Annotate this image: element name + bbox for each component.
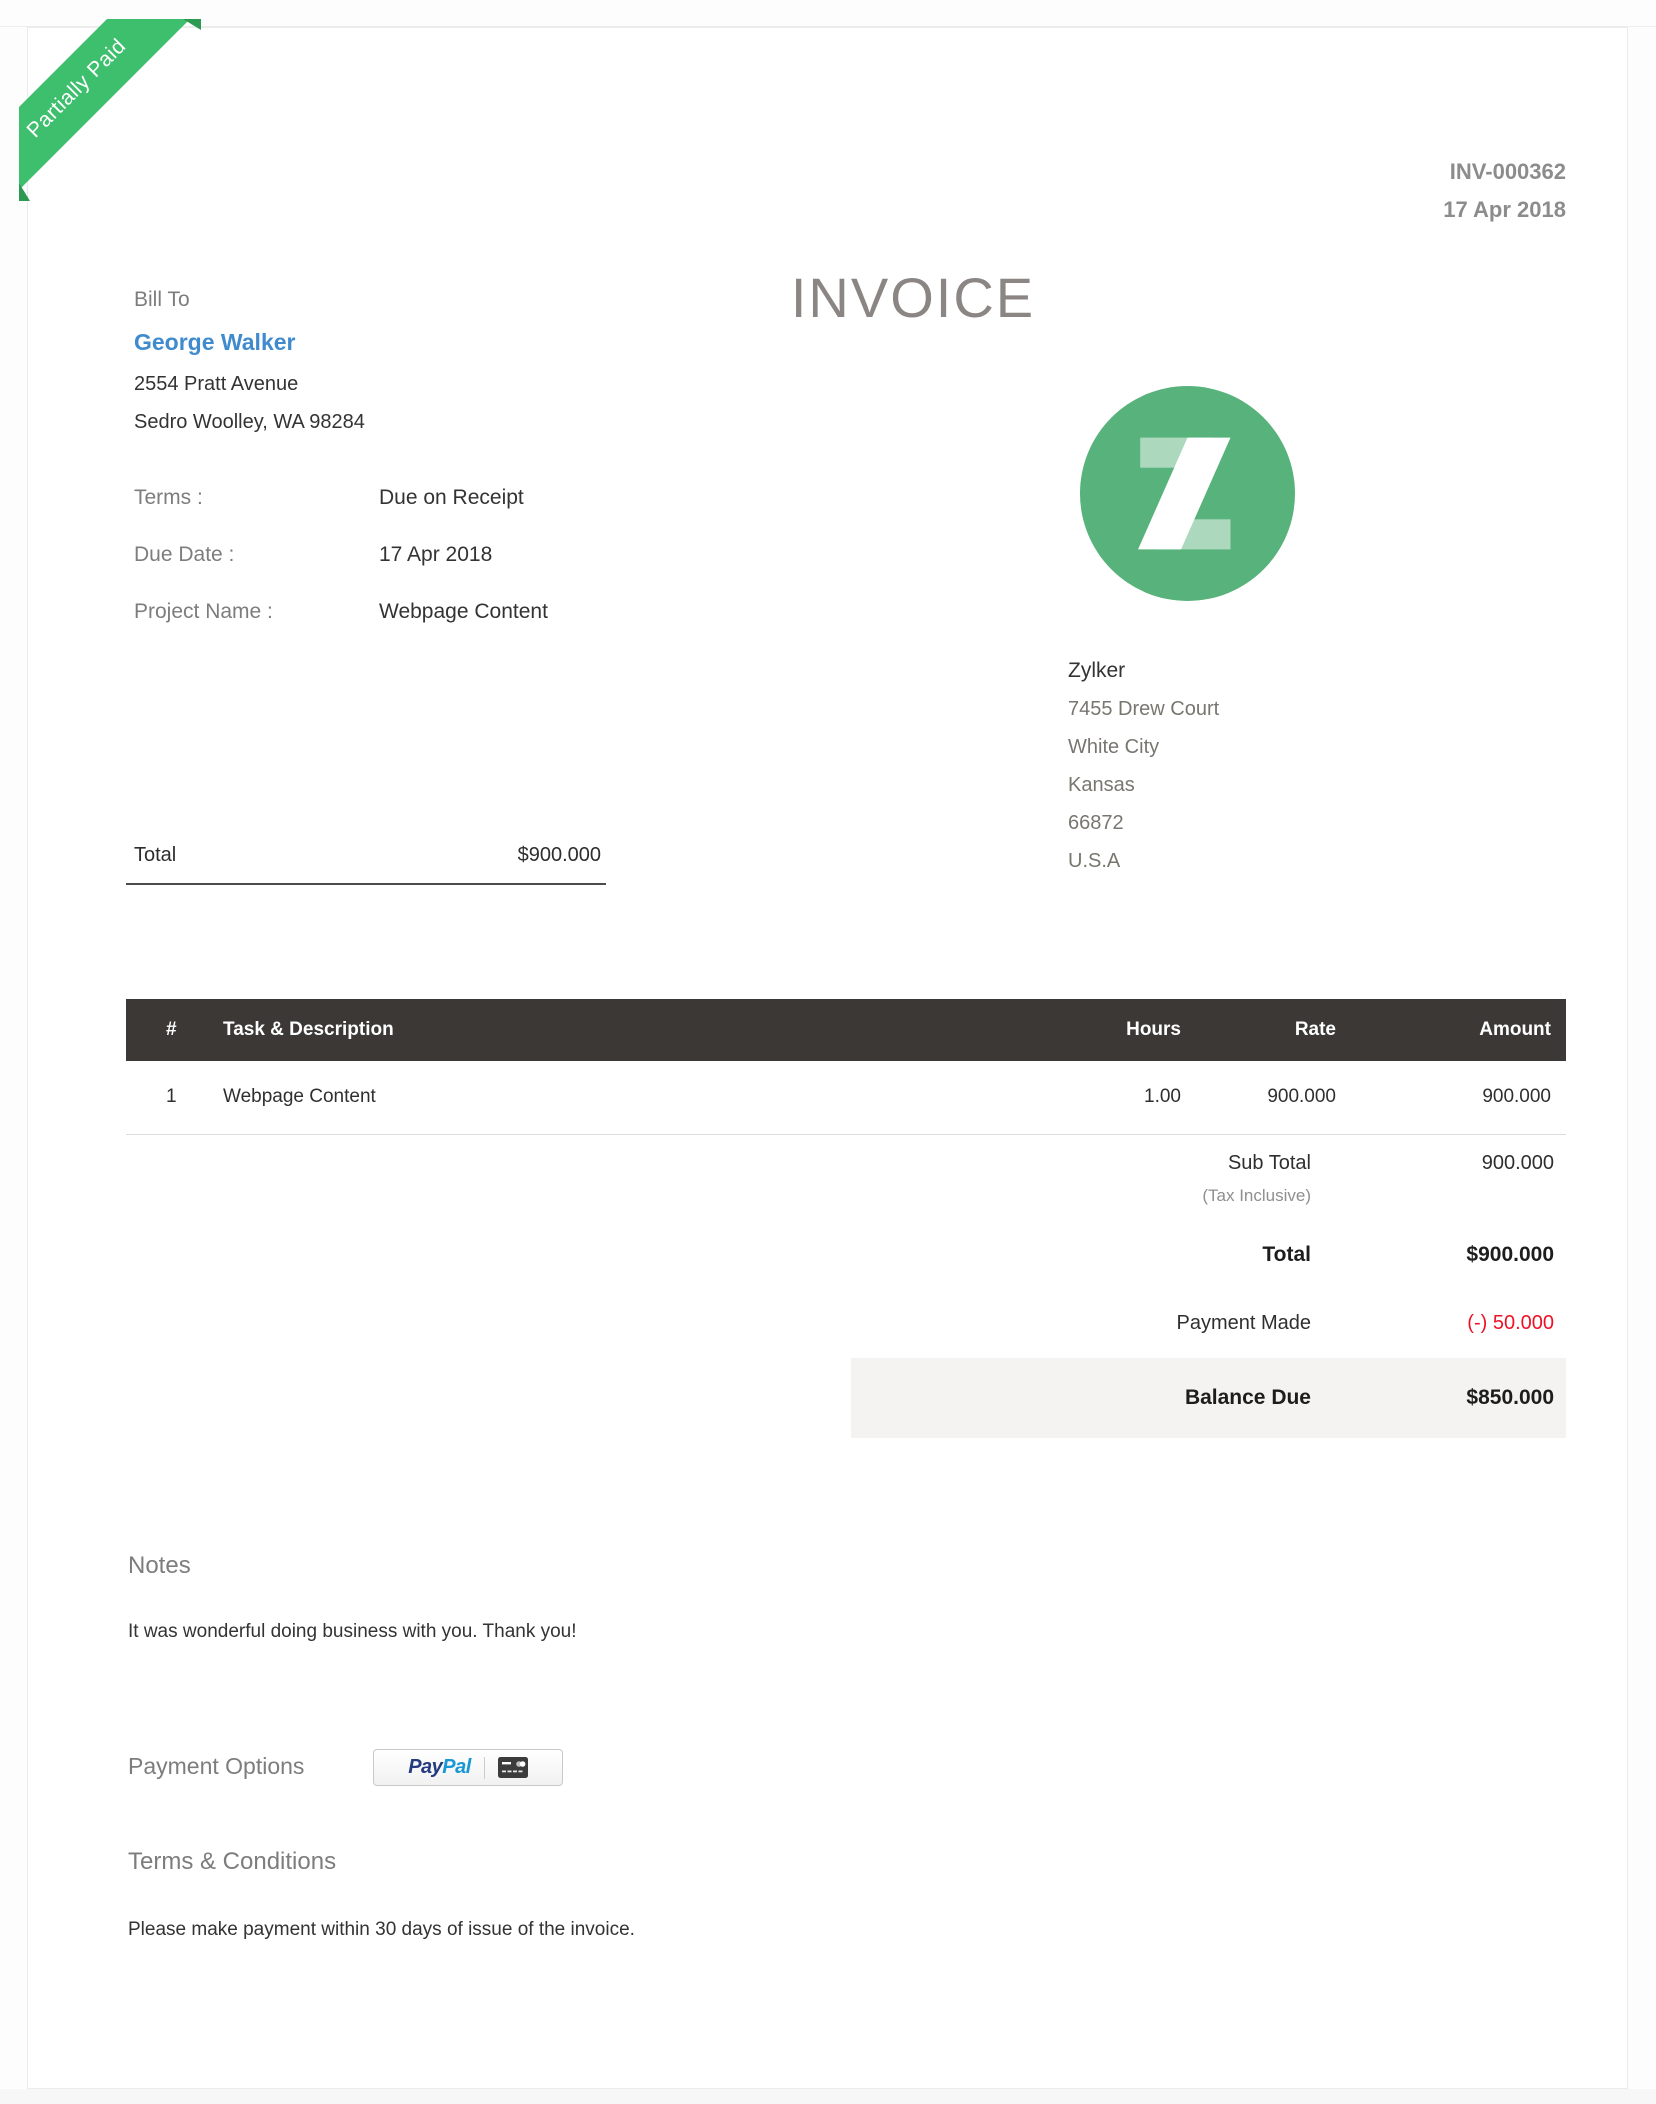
company-address-line: Kansas xyxy=(1068,766,1219,804)
table-row: 1 Webpage Content 1.00 900.000 900.000 xyxy=(126,1061,1566,1134)
project-name-label: Project Name : xyxy=(134,600,379,624)
line-items-table: # Task & Description Hours Rate Amount 1… xyxy=(126,999,1566,1135)
item-amount: 900.000 xyxy=(1336,1061,1566,1134)
tax-inclusive-note: (Tax Inclusive) xyxy=(851,1186,1311,1206)
paypal-payment-button[interactable]: PayPal xyxy=(373,1749,563,1786)
summary-total-value: $900.000 xyxy=(518,844,601,867)
invoice-details-block: Terms :Due on Receipt Due Date :17 Apr 2… xyxy=(134,486,548,657)
balance-due-row: Balance Due $850.000 xyxy=(851,1358,1566,1438)
grand-total-label: Total xyxy=(851,1243,1311,1267)
notes-text: It was wonderful doing business with you… xyxy=(128,1621,577,1643)
col-header-rate: Rate xyxy=(1181,999,1336,1061)
subtotal-value: 900.000 xyxy=(1311,1152,1566,1175)
customer-address-line: Sedro Woolley, WA 98284 xyxy=(134,403,365,441)
terms-text: Please make payment within 30 days of is… xyxy=(128,1919,635,1941)
line-items-header: # Task & Description Hours Rate Amount xyxy=(126,999,1566,1061)
due-date-label: Due Date : xyxy=(134,543,379,567)
balance-due-value: $850.000 xyxy=(1311,1386,1566,1410)
notes-heading: Notes xyxy=(128,1552,191,1580)
paypal-logo: PayPal xyxy=(408,1756,471,1779)
invoice-date: 17 Apr 2018 xyxy=(1443,191,1566,229)
page-background xyxy=(0,2089,1656,2104)
credit-card-icon xyxy=(498,1757,528,1778)
payment-made-row: Payment Made (-) 50.000 xyxy=(851,1312,1566,1335)
paypal-logo-pal: Pal xyxy=(442,1756,471,1778)
terms-row: Terms :Due on Receipt xyxy=(134,486,548,543)
company-address-line: White City xyxy=(1068,728,1219,766)
terms-value: Due on Receipt xyxy=(379,486,524,509)
invoice-page: Partially Paid INV-000362 17 Apr 2018 IN… xyxy=(27,27,1628,2089)
customer-address-line: 2554 Pratt Avenue xyxy=(134,365,365,403)
bill-to-block: Bill To George Walker 2554 Pratt Avenue … xyxy=(134,288,365,441)
col-header-amount: Amount xyxy=(1336,999,1566,1061)
totals-block: Sub Total 900.000 (Tax Inclusive) Total … xyxy=(851,1152,1566,1438)
page-title: INVOICE xyxy=(663,265,1163,330)
project-name-row: Project Name :Webpage Content xyxy=(134,600,548,657)
col-header-description: Task & Description xyxy=(223,999,1056,1061)
item-index: 1 xyxy=(126,1061,223,1134)
bill-to-label: Bill To xyxy=(134,288,365,312)
col-header-hours: Hours xyxy=(1056,999,1181,1061)
company-address-line: 7455 Drew Court xyxy=(1068,690,1219,728)
company-address-line: U.S.A xyxy=(1068,842,1219,880)
col-header-index: # xyxy=(126,999,223,1061)
total-summary-block: Total $900.000 xyxy=(126,836,606,885)
customer-address: 2554 Pratt Avenue Sedro Woolley, WA 9828… xyxy=(134,365,365,441)
payment-options-label: Payment Options xyxy=(128,1753,304,1780)
item-rate: 900.000 xyxy=(1181,1061,1336,1134)
summary-total-label: Total xyxy=(134,844,176,867)
terms-heading: Terms & Conditions xyxy=(128,1848,336,1876)
terms-label: Terms : xyxy=(134,486,379,510)
balance-due-label: Balance Due xyxy=(851,1386,1311,1410)
item-description: Webpage Content xyxy=(223,1061,1056,1134)
paybox-divider xyxy=(484,1757,485,1779)
company-address-line: 66872 xyxy=(1068,804,1219,842)
company-name: Zylker xyxy=(1068,652,1219,690)
project-name-value: Webpage Content xyxy=(379,600,548,623)
customer-name-link[interactable]: George Walker xyxy=(134,329,365,356)
company-address-block: Zylker 7455 Drew Court White City Kansas… xyxy=(1068,652,1219,880)
grand-total-value: $900.000 xyxy=(1311,1243,1566,1267)
grand-total-row: Total $900.000 xyxy=(851,1243,1566,1267)
zylker-logo-icon xyxy=(1080,386,1295,601)
subtotal-row: Sub Total 900.000 xyxy=(851,1152,1566,1175)
item-hours: 1.00 xyxy=(1056,1061,1181,1134)
tax-inclusive-row: (Tax Inclusive) xyxy=(851,1186,1566,1206)
due-date-value: 17 Apr 2018 xyxy=(379,543,492,566)
invoice-number: INV-000362 xyxy=(1443,153,1566,191)
payment-made-label: Payment Made xyxy=(851,1312,1311,1335)
subtotal-label: Sub Total xyxy=(851,1152,1311,1175)
invoice-meta-block: INV-000362 17 Apr 2018 xyxy=(1443,153,1566,229)
paypal-logo-pay: Pay xyxy=(408,1756,442,1778)
due-date-row: Due Date :17 Apr 2018 xyxy=(134,543,548,600)
payment-made-value: (-) 50.000 xyxy=(1311,1312,1566,1335)
